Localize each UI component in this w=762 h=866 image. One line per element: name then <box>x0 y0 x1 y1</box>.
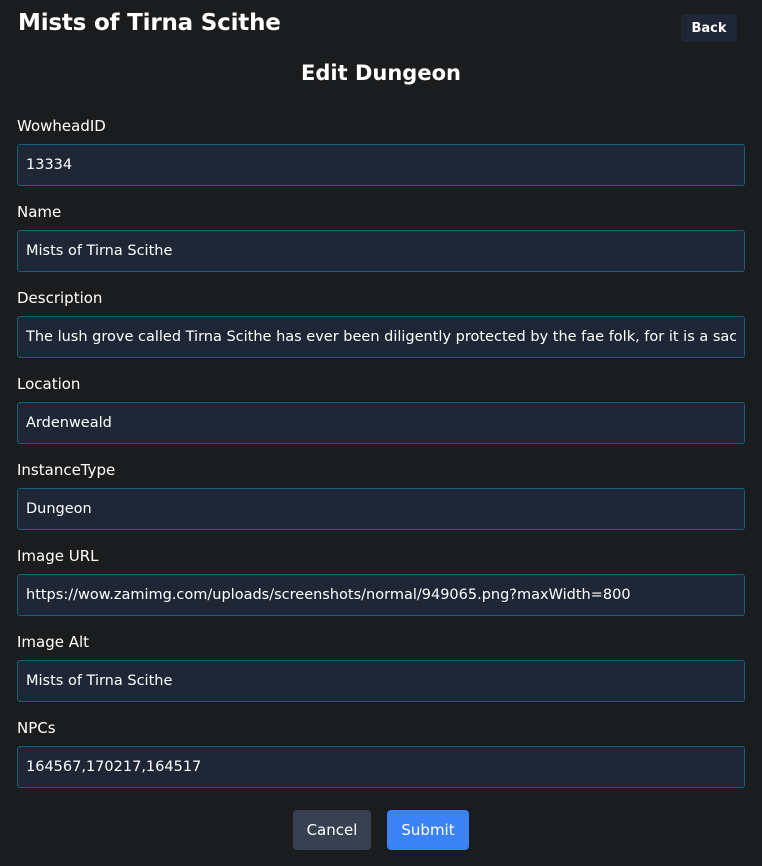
name-label: Name <box>17 203 62 221</box>
location-input[interactable] <box>17 402 745 444</box>
field-image-alt: Image Alt <box>17 632 745 702</box>
description-input[interactable] <box>17 316 745 358</box>
name-input[interactable] <box>17 230 745 272</box>
form-actions: Cancel Submit <box>0 810 762 850</box>
field-wowhead-id: WowheadID <box>17 116 745 186</box>
location-label: Location <box>17 375 81 393</box>
wowhead-id-input[interactable] <box>17 144 745 186</box>
field-image-url: Image URL <box>17 546 745 616</box>
edit-dungeon-page: Mists of Tirna Scithe Back Edit Dungeon … <box>0 0 762 866</box>
image-alt-label: Image Alt <box>17 633 90 651</box>
image-url-input[interactable] <box>17 574 745 616</box>
cancel-button[interactable]: Cancel <box>293 810 371 850</box>
description-label: Description <box>17 289 103 307</box>
field-description: Description <box>17 288 745 358</box>
instance-type-label: InstanceType <box>17 461 116 479</box>
npcs-label: NPCs <box>17 719 56 737</box>
form-title: Edit Dungeon <box>301 61 461 85</box>
image-alt-input[interactable] <box>17 660 745 702</box>
field-location: Location <box>17 374 745 444</box>
npcs-input[interactable] <box>17 746 745 788</box>
site-title: Mists of Tirna Scithe <box>18 10 281 36</box>
instance-type-input[interactable] <box>17 488 745 530</box>
field-npcs: NPCs <box>17 718 745 788</box>
wowhead-id-label: WowheadID <box>17 117 106 135</box>
field-instance-type: InstanceType <box>17 460 745 530</box>
image-url-label: Image URL <box>17 547 99 565</box>
field-name: Name <box>17 202 745 272</box>
back-button[interactable]: Back <box>681 14 737 42</box>
submit-button[interactable]: Submit <box>387 810 469 850</box>
